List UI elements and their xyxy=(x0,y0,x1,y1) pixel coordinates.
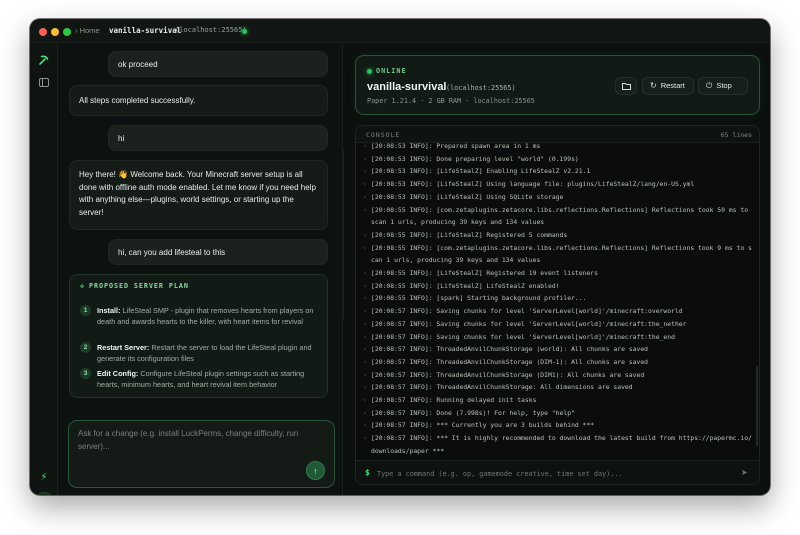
title-bar: › Home vanilla-survival (localhost:25565… xyxy=(30,19,770,43)
console-line: [20:08:57 INFO]: Saving chunks for level… xyxy=(363,305,753,318)
console-line: [20:08:55 INFO]: [LifeStealZ] Registered… xyxy=(363,267,753,280)
breadcrumb-home[interactable]: › Home xyxy=(75,26,100,35)
restart-icon: ↻ xyxy=(650,81,657,90)
console-output[interactable]: [20:08:53 INFO]: Prepared spawn area in … xyxy=(363,140,753,456)
chat-message-text: hi xyxy=(118,134,125,143)
console-line: [20:08:53 INFO]: Done preparing level "w… xyxy=(363,153,753,166)
plan-step-number: 3 xyxy=(80,368,91,379)
restart-button[interactable]: ↻ Restart xyxy=(642,77,694,95)
command-prompt: $ xyxy=(365,468,370,477)
server-status-card: ONLINE vanilla-survival (localhost:25565… xyxy=(355,55,760,115)
send-command-icon[interactable]: ➤ xyxy=(741,468,748,477)
power-icon: ⏻ xyxy=(706,81,713,90)
console-line: [20:08:57 INFO]: ThreadedAnvilChunkStora… xyxy=(363,369,753,382)
console-line: [20:08:55 INFO]: [spark] Starting backgr… xyxy=(363,292,753,305)
server-status-dot xyxy=(242,29,247,34)
console-panel: CONSOLE 65 lines [20:08:53 INFO]: Prepar… xyxy=(355,125,760,485)
console-line: [20:08:55 INFO]: [LifeStealZ] LifeStealZ… xyxy=(363,280,753,293)
console-line: [20:08:57 INFO]: ThreadedAnvilChunkStora… xyxy=(363,356,753,369)
plan-step-title: Restart Server: xyxy=(97,343,150,352)
console-line: [20:08:53 INFO]: Prepared spawn area in … xyxy=(363,140,753,153)
console-line: [20:08:55 INFO]: [LifeStealZ] Registered… xyxy=(363,229,753,242)
panel-toggle-icon[interactable] xyxy=(39,78,49,87)
plan-step-text: LifeSteal SMP - plugin that removes hear… xyxy=(97,306,314,326)
server-host: (localhost:25565) xyxy=(446,84,516,92)
zoom-window-button[interactable] xyxy=(63,28,71,36)
command-input[interactable] xyxy=(377,466,732,481)
chat-input[interactable] xyxy=(78,428,313,462)
console-line: [20:08:53 INFO]: [LifeStealZ] Enabling L… xyxy=(363,165,753,178)
chat-message-user: hi xyxy=(108,125,328,151)
plan-header-label: PROPOSED SERVER PLAN xyxy=(89,282,189,290)
plan-step-number: 2 xyxy=(80,342,91,353)
proposed-plan-card: ✥ PROPOSED SERVER PLAN 1 Install: LifeSte… xyxy=(69,274,328,398)
online-status-label: ONLINE xyxy=(376,67,407,75)
server-name: vanilla-survival xyxy=(367,81,447,93)
chat-message-user: ok proceed xyxy=(108,51,328,77)
console-line: [20:08:57 INFO]: Running delayed init ta… xyxy=(363,394,753,407)
bolt-icon[interactable]: ⚡ xyxy=(35,469,53,487)
online-status-dot xyxy=(367,69,372,74)
chat-message-text: All steps completed successfully. xyxy=(79,96,196,105)
chat-message-user: hi, can you add lifesteal to this xyxy=(108,239,328,265)
plan-step-number: 1 xyxy=(80,305,91,316)
chat-message-text: ok proceed xyxy=(118,60,158,69)
restart-label: Restart xyxy=(660,81,685,90)
open-folder-button[interactable] xyxy=(615,77,637,95)
plan-step-title: Edit Config: xyxy=(97,369,139,378)
console-line: [20:08:57 INFO]: *** It is highly recomm… xyxy=(363,432,753,456)
plan-step-title: Install: xyxy=(97,306,121,315)
console-line: [20:08:53 INFO]: [LifeStealZ] Using SQLi… xyxy=(363,191,753,204)
server-meta: Paper 1.21.4 · 2 GB RAM · localhost:2556… xyxy=(367,97,535,105)
breadcrumb-server-name: vanilla-survival xyxy=(109,26,182,35)
puzzle-icon: ✥ xyxy=(80,282,85,290)
minimize-window-button[interactable] xyxy=(51,28,59,36)
console-line: [20:08:57 INFO]: Saving chunks for level… xyxy=(363,331,753,344)
console-line: [20:08:55 INFO]: [com.zetaplugins.zetaco… xyxy=(363,204,753,229)
chat-composer: ↑ xyxy=(68,420,335,488)
console-line: [20:08:57 INFO]: Saving chunks for level… xyxy=(363,318,753,331)
console-line-count: 65 lines xyxy=(720,131,752,139)
breadcrumb-home-label: Home xyxy=(79,26,100,35)
console-line: [20:08:53 INFO]: [LifeStealZ] Using lang… xyxy=(363,178,753,191)
chat-message-text: Hey there! 👋 Welcome back. Your Minecraf… xyxy=(79,170,316,217)
stop-label: Stop xyxy=(716,81,732,90)
chat-message-text: hi, can you add lifesteal to this xyxy=(118,248,226,257)
chat-message-assistant: All steps completed successfully. xyxy=(69,85,328,116)
console-line: [20:08:55 INFO]: [com.zetaplugins.zetaco… xyxy=(363,242,753,267)
console-line: [20:08:57 INFO]: *** Currently you are 3… xyxy=(363,419,753,432)
breadcrumb-separator: › xyxy=(75,26,78,35)
avatar[interactable]: S xyxy=(35,492,53,495)
console-line: [20:08:57 INFO]: ThreadedAnvilChunkStora… xyxy=(363,381,753,394)
console-line: [20:08:57 INFO]: Done (7.998s)! For help… xyxy=(363,407,753,420)
folder-icon xyxy=(621,83,631,90)
chat-message-assistant: Hey there! 👋 Welcome back. Your Minecraf… xyxy=(69,160,328,230)
breadcrumb-server-host: (localhost:25565) xyxy=(175,26,247,34)
plan-header: ✥ PROPOSED SERVER PLAN xyxy=(80,282,189,290)
send-button[interactable]: ↑ xyxy=(306,461,325,480)
console-title: CONSOLE xyxy=(366,131,401,139)
console-line: [20:08:57 INFO]: ThreadedAnvilChunkStora… xyxy=(363,343,753,356)
close-window-button[interactable] xyxy=(39,28,47,36)
pickaxe-icon[interactable] xyxy=(38,53,50,65)
stop-button[interactable]: ⏻ Stop xyxy=(698,77,748,95)
icon-sidebar: ⚡ S xyxy=(30,43,58,495)
command-bar: $ ➤ xyxy=(356,460,759,484)
console-scrollbar[interactable] xyxy=(756,366,758,446)
